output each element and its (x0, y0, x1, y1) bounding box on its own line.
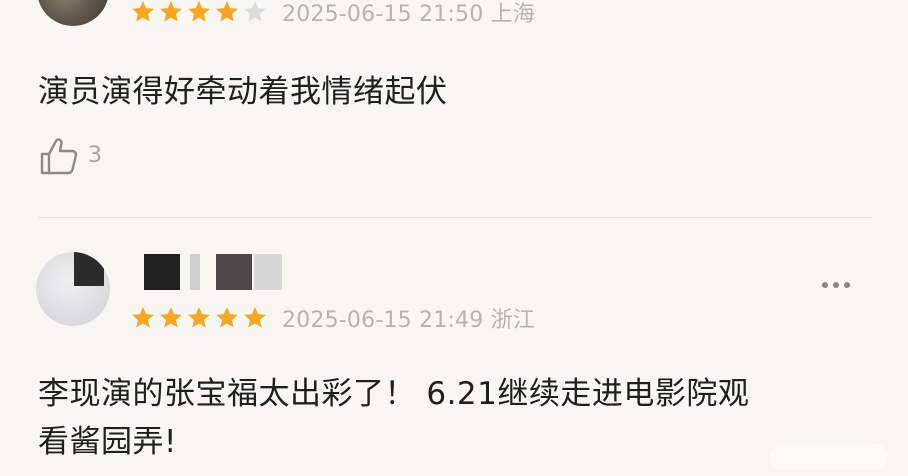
star-filled-icon (188, 0, 210, 22)
like-button[interactable]: 3 (38, 135, 102, 177)
star-rating (130, 305, 270, 331)
more-dot (822, 282, 828, 288)
redaction-block (216, 254, 252, 290)
star-rating (130, 0, 270, 25)
review-meta: 2025-06-15 21:49 浙江 (282, 308, 536, 333)
star-filled-icon (132, 306, 154, 328)
star-filled-icon (244, 306, 266, 328)
star-filled-icon (216, 0, 238, 22)
avatar[interactable] (36, 252, 110, 326)
more-dot (833, 282, 839, 288)
review-rating-row: 2025-06-15 21:49 浙江 (130, 302, 535, 334)
more-dot (844, 282, 850, 288)
like-count: 3 (88, 142, 102, 168)
watermark (770, 444, 888, 470)
avatar[interactable] (37, 0, 109, 26)
redaction-block (144, 254, 180, 290)
reviews-page: 2025-06-15 21:50 上海 演员演得好牵动着我情绪起伏 3 2025… (0, 0, 908, 476)
star-filled-icon (132, 0, 154, 22)
redaction-block (190, 254, 200, 290)
divider (38, 217, 872, 218)
star-empty-icon (244, 0, 266, 22)
review-text: 演员演得好牵动着我情绪起伏 (38, 74, 448, 110)
review-meta: 2025-06-15 21:50 上海 (282, 2, 536, 27)
more-options-icon[interactable] (822, 282, 850, 288)
review-text-line: 看酱园弄! (38, 424, 177, 460)
star-filled-icon (216, 306, 238, 328)
review-text-line: 李现演的张宝福太出彩了！ 6.21继续走进电影院观 (38, 376, 750, 412)
username-redacted[interactable] (132, 250, 292, 298)
star-filled-icon (160, 306, 182, 328)
redaction-block (254, 254, 282, 290)
avatar-image-fragment (74, 252, 104, 286)
star-filled-icon (160, 0, 182, 22)
star-filled-icon (188, 306, 210, 328)
thumbs-up-icon (40, 138, 78, 175)
review-rating-row: 2025-06-15 21:50 上海 (130, 0, 535, 28)
review-text: 李现演的张宝福太出彩了！ 6.21继续走进电影院观 看酱园弄! (38, 370, 749, 466)
